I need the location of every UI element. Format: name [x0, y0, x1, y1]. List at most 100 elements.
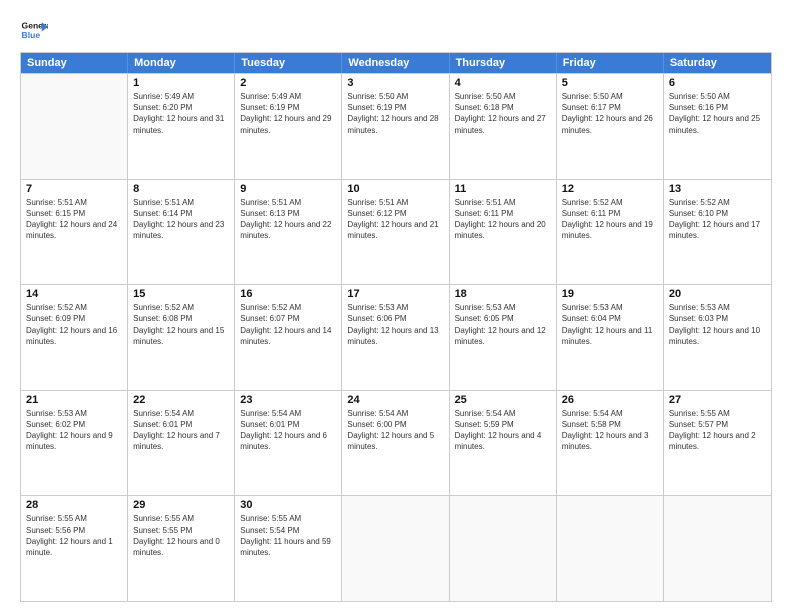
day-info: Sunrise: 5:51 AMSunset: 6:15 PMDaylight:… [26, 197, 122, 242]
day-cell-16: 16 Sunrise: 5:52 AMSunset: 6:07 PMDayligh… [235, 285, 342, 390]
day-cell-22: 22Sunrise: 5:54 AMSunset: 6:01 PMDayligh… [128, 391, 235, 496]
day-info: Sunrise: 5:54 AMSunset: 6:01 PMDaylight:… [240, 408, 336, 453]
day-number: 6 [669, 77, 766, 89]
day-info: Sunrise: 5:53 AMSunset: 6:02 PMDaylight:… [26, 408, 122, 453]
calendar-header: SundayMondayTuesdayWednesdayThursdayFrid… [21, 53, 771, 73]
weekday-tuesday: Tuesday [235, 53, 342, 73]
day-info: Sunrise: 5:54 AMSunset: 5:59 PMDaylight:… [455, 408, 551, 453]
day-info: Sunrise: 5:50 AMSunset: 6:18 PMDaylight:… [455, 91, 551, 136]
day-info: Sunrise: 5:49 AMSunset: 6:20 PMDaylight:… [133, 91, 229, 136]
day-info: Sunrise: 5:50 AMSunset: 6:17 PMDaylight:… [562, 91, 658, 136]
weekday-wednesday: Wednesday [342, 53, 449, 73]
day-cell-5: 5 Sunrise: 5:50 AMSunset: 6:17 PMDaylight… [557, 74, 664, 179]
day-number: 2 [240, 77, 336, 89]
day-info: Sunrise: 5:49 AMSunset: 6:19 PMDaylight:… [240, 91, 336, 136]
day-info: Sunrise: 5:53 AMSunset: 6:06 PMDaylight:… [347, 302, 443, 347]
day-info: Sunrise: 5:51 AMSunset: 6:13 PMDaylight:… [240, 197, 336, 242]
day-cell-13: 13 Sunrise: 5:52 AMSunset: 6:10 PMDayligh… [664, 180, 771, 285]
day-number: 15 [133, 288, 229, 300]
day-cell-24: 24Sunrise: 5:54 AMSunset: 6:00 PMDayligh… [342, 391, 449, 496]
calendar-row-5: 28 Sunrise: 5:55 AMSunset: 5:56 PMDayligh… [21, 495, 771, 601]
calendar-row-2: 7 Sunrise: 5:51 AMSunset: 6:15 PMDaylight… [21, 179, 771, 285]
day-number: 29 [133, 499, 229, 511]
empty-cell [21, 74, 128, 179]
weekday-friday: Friday [557, 53, 664, 73]
calendar: SundayMondayTuesdayWednesdayThursdayFrid… [20, 52, 772, 602]
day-cell-19: 19 Sunrise: 5:53 AMSunset: 6:04 PMDayligh… [557, 285, 664, 390]
day-number: 16 [240, 288, 336, 300]
day-cell-23: 23Sunrise: 5:54 AMSunset: 6:01 PMDayligh… [235, 391, 342, 496]
day-number: 26 [562, 394, 658, 406]
day-number: 5 [562, 77, 658, 89]
day-cell-27: 27Sunrise: 5:55 AMSunset: 5:57 PMDayligh… [664, 391, 771, 496]
day-info: Sunrise: 5:51 AMSunset: 6:14 PMDaylight:… [133, 197, 229, 242]
day-number: 17 [347, 288, 443, 300]
day-cell-26: 26 Sunrise: 5:54 AMSunset: 5:58 PMDayligh… [557, 391, 664, 496]
day-number: 7 [26, 183, 122, 195]
day-cell-9: 9 Sunrise: 5:51 AMSunset: 6:13 PMDaylight… [235, 180, 342, 285]
day-number: 28 [26, 499, 122, 511]
day-number: 14 [26, 288, 122, 300]
day-cell-8: 8Sunrise: 5:51 AMSunset: 6:14 PMDaylight… [128, 180, 235, 285]
day-number: 3 [347, 77, 443, 89]
day-info: Sunrise: 5:53 AMSunset: 6:04 PMDaylight:… [562, 302, 658, 347]
day-number: 10 [347, 183, 443, 195]
empty-cell [557, 496, 664, 601]
day-cell-10: 10 Sunrise: 5:51 AMSunset: 6:12 PMDayligh… [342, 180, 449, 285]
day-info: Sunrise: 5:54 AMSunset: 5:58 PMDaylight:… [562, 408, 658, 453]
day-number: 21 [26, 394, 122, 406]
day-number: 20 [669, 288, 766, 300]
calendar-row-1: 1 Sunrise: 5:49 AMSunset: 6:20 PMDaylight… [21, 73, 771, 179]
day-info: Sunrise: 5:52 AMSunset: 6:10 PMDaylight:… [669, 197, 766, 242]
day-info: Sunrise: 5:53 AMSunset: 6:03 PMDaylight:… [669, 302, 766, 347]
empty-cell [342, 496, 449, 601]
day-cell-28: 28 Sunrise: 5:55 AMSunset: 5:56 PMDayligh… [21, 496, 128, 601]
day-info: Sunrise: 5:55 AMSunset: 5:54 PMDaylight:… [240, 513, 336, 558]
day-cell-21: 21 Sunrise: 5:53 AMSunset: 6:02 PMDayligh… [21, 391, 128, 496]
day-cell-6: 6 Sunrise: 5:50 AMSunset: 6:16 PMDaylight… [664, 74, 771, 179]
day-cell-12: 12Sunrise: 5:52 AMSunset: 6:11 PMDayligh… [557, 180, 664, 285]
day-info: Sunrise: 5:52 AMSunset: 6:09 PMDaylight:… [26, 302, 122, 347]
day-cell-18: 18 Sunrise: 5:53 AMSunset: 6:05 PMDayligh… [450, 285, 557, 390]
day-number: 30 [240, 499, 336, 511]
day-info: Sunrise: 5:52 AMSunset: 6:11 PMDaylight:… [562, 197, 658, 242]
weekday-monday: Monday [128, 53, 235, 73]
day-cell-29: 29 Sunrise: 5:55 AMSunset: 5:55 PMDayligh… [128, 496, 235, 601]
day-cell-25: 25 Sunrise: 5:54 AMSunset: 5:59 PMDayligh… [450, 391, 557, 496]
day-info: Sunrise: 5:55 AMSunset: 5:57 PMDaylight:… [669, 408, 766, 453]
day-info: Sunrise: 5:55 AMSunset: 5:55 PMDaylight:… [133, 513, 229, 558]
logo: General Blue [20, 16, 54, 44]
day-cell-30: 30 Sunrise: 5:55 AMSunset: 5:54 PMDayligh… [235, 496, 342, 601]
day-info: Sunrise: 5:54 AMSunset: 6:00 PMDaylight:… [347, 408, 443, 453]
day-number: 22 [133, 394, 229, 406]
day-info: Sunrise: 5:55 AMSunset: 5:56 PMDaylight:… [26, 513, 122, 558]
calendar-row-3: 14 Sunrise: 5:52 AMSunset: 6:09 PMDayligh… [21, 284, 771, 390]
day-cell-4: 4 Sunrise: 5:50 AMSunset: 6:18 PMDaylight… [450, 74, 557, 179]
day-number: 19 [562, 288, 658, 300]
day-info: Sunrise: 5:52 AMSunset: 6:08 PMDaylight:… [133, 302, 229, 347]
day-info: Sunrise: 5:52 AMSunset: 6:07 PMDaylight:… [240, 302, 336, 347]
day-info: Sunrise: 5:53 AMSunset: 6:05 PMDaylight:… [455, 302, 551, 347]
day-cell-20: 20 Sunrise: 5:53 AMSunset: 6:03 PMDayligh… [664, 285, 771, 390]
day-cell-1: 1 Sunrise: 5:49 AMSunset: 6:20 PMDaylight… [128, 74, 235, 179]
day-info: Sunrise: 5:50 AMSunset: 6:16 PMDaylight:… [669, 91, 766, 136]
day-number: 13 [669, 183, 766, 195]
day-number: 18 [455, 288, 551, 300]
day-number: 25 [455, 394, 551, 406]
day-cell-7: 7 Sunrise: 5:51 AMSunset: 6:15 PMDaylight… [21, 180, 128, 285]
day-cell-11: 11Sunrise: 5:51 AMSunset: 6:11 PMDayligh… [450, 180, 557, 285]
day-cell-3: 3 Sunrise: 5:50 AMSunset: 6:19 PMDaylight… [342, 74, 449, 179]
day-cell-14: 14 Sunrise: 5:52 AMSunset: 6:09 PMDayligh… [21, 285, 128, 390]
weekday-saturday: Saturday [664, 53, 771, 73]
day-number: 4 [455, 77, 551, 89]
day-info: Sunrise: 5:51 AMSunset: 6:12 PMDaylight:… [347, 197, 443, 242]
day-info: Sunrise: 5:51 AMSunset: 6:11 PMDaylight:… [455, 197, 551, 242]
day-info: Sunrise: 5:50 AMSunset: 6:19 PMDaylight:… [347, 91, 443, 136]
day-cell-15: 15 Sunrise: 5:52 AMSunset: 6:08 PMDayligh… [128, 285, 235, 390]
day-cell-2: 2 Sunrise: 5:49 AMSunset: 6:19 PMDaylight… [235, 74, 342, 179]
weekday-thursday: Thursday [450, 53, 557, 73]
svg-text:Blue: Blue [22, 30, 41, 40]
day-number: 9 [240, 183, 336, 195]
day-number: 1 [133, 77, 229, 89]
calendar-body: 1 Sunrise: 5:49 AMSunset: 6:20 PMDaylight… [21, 73, 771, 601]
